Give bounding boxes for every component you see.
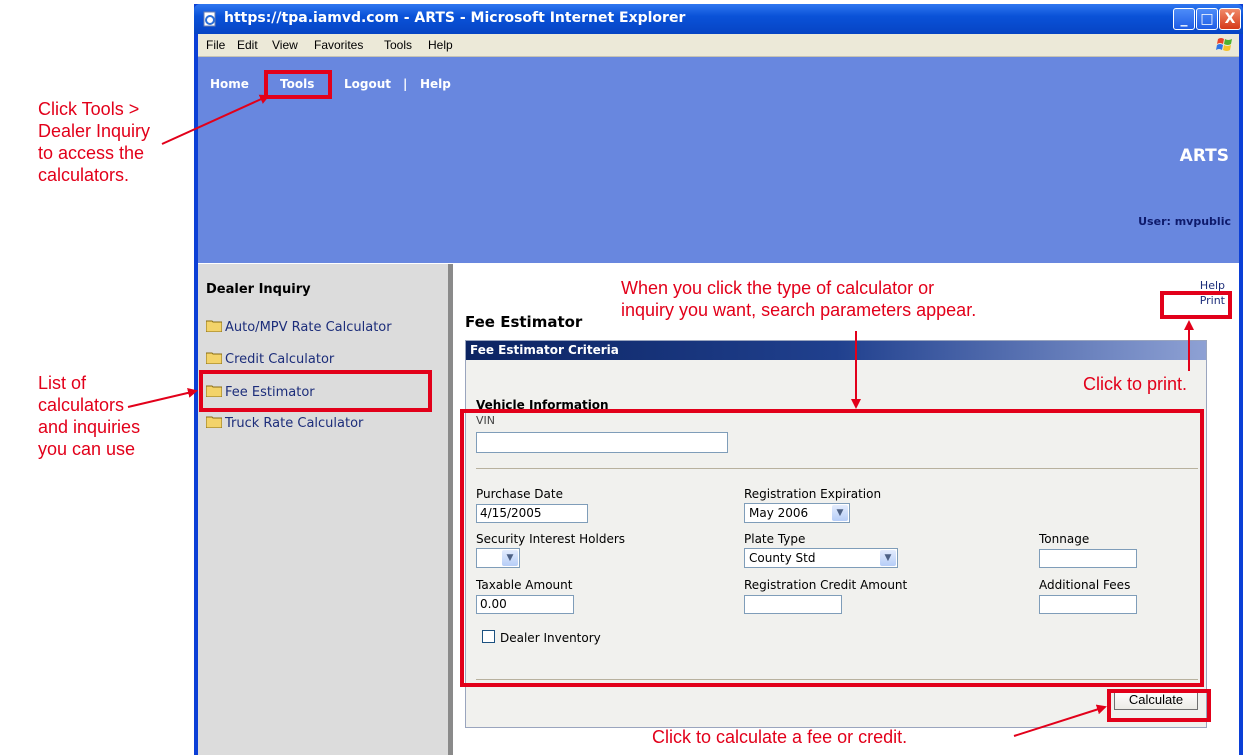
menu-bar: File Edit View Favorites Tools Help [198,34,1239,57]
chevron-down-icon[interactable]: ▼ [832,505,848,521]
site-banner: Home Tools Logout | Help ARTS User: mvpu… [198,57,1239,263]
annotation-print-note: Click to print. [1083,374,1188,394]
annotation-calc-note: Click to calculate a fee or credit. [652,727,908,747]
app-title: ARTS [1179,146,1229,166]
chevron-down-icon[interactable]: ▼ [880,550,896,566]
registration-expiration-label: Registration Expiration [744,487,882,501]
sidebar: Dealer Inquiry Auto/MPV Rate Calculator … [198,264,448,755]
folder-icon [206,385,222,397]
sidebar-item-truck-rate-calculator[interactable]: Truck Rate Calculator [206,416,363,434]
menu-favorites[interactable]: Favorites [314,38,363,52]
chevron-down-icon[interactable]: ▼ [502,550,518,566]
help-link[interactable]: Help [1200,279,1225,292]
taxable-amount-input[interactable]: 0.00 [476,595,574,614]
dealer-inventory-checkbox[interactable] [482,630,495,643]
additional-fees-input[interactable] [1039,595,1137,614]
dealer-inventory-label: Dealer Inventory [500,631,601,645]
annotation-line: Click Tools > [38,99,140,119]
sidebar-title: Dealer Inquiry [206,282,311,297]
section-title: Vehicle Information [476,398,609,412]
tonnage-label: Tonnage [1039,532,1090,546]
divider-line [476,468,1198,469]
nav-logout[interactable]: Logout [344,77,391,91]
vin-input[interactable] [476,432,728,453]
folder-icon [206,320,222,332]
folder-icon [206,352,222,364]
vin-label: VIN [476,414,495,427]
maximize-button[interactable]: □ [1196,8,1218,30]
annotation-line: Dealer Inquiry [38,121,151,141]
annotation-tools-note: Click Tools > Dealer Inquiry to access t… [38,98,150,186]
menu-file[interactable]: File [206,38,225,52]
window-title: https://tpa.iamvd.com - ARTS - Microsoft… [224,10,686,26]
annotation-line: and inquiries [38,417,141,437]
user-label: User: mvpublic [1138,215,1231,228]
tonnage-input[interactable] [1039,549,1137,568]
sidebar-item-credit-calculator[interactable]: Credit Calculator [206,352,334,370]
title-bar: https://tpa.iamvd.com - ARTS - Microsoft… [194,4,1243,34]
annotation-line: List of [38,373,87,393]
annotation-line: you can use [38,439,136,459]
windows-logo-icon [1216,38,1232,51]
main-pane: Help Print Fee Estimator Fee Estimator C… [453,264,1239,755]
select-value: May 2006 [749,506,809,520]
menu-view[interactable]: View [272,38,298,52]
annotation-params-note: When you click the type of calculator or… [621,277,976,321]
nav-home[interactable]: Home [210,77,249,91]
plate-type-label: Plate Type [744,532,806,546]
sidebar-item-label: Fee Estimator [225,385,315,400]
annotation-line: calculators [38,395,125,415]
menu-help[interactable]: Help [428,38,453,52]
plate-type-select[interactable]: County Std ▼ [744,548,898,568]
sidebar-item-label: Auto/MPV Rate Calculator [225,320,392,335]
security-interest-holders-select[interactable]: ▼ [476,548,520,568]
nav-tools[interactable]: Tools [280,77,314,91]
page-content: Home Tools Logout | Help ARTS User: mvpu… [198,57,1239,755]
nav-separator: | [403,77,408,91]
close-button[interactable]: X [1219,8,1241,30]
ie-page-icon [203,11,216,27]
annotation-line: When you click the type of calculator or [621,278,935,298]
select-value: County Std [749,551,816,565]
annotation-list-note: List of calculators and inquiries you ca… [38,372,140,460]
annotation-line: to access the [38,143,145,163]
registration-credit-amount-label: Registration Credit Amount [744,578,908,592]
registration-expiration-select[interactable]: May 2006 ▼ [744,503,850,523]
additional-fees-label: Additional Fees [1039,578,1131,592]
annotation-line: inquiry you want, search parameters appe… [621,300,977,320]
minimize-button[interactable]: _ [1173,8,1195,30]
annotation-line: calculators. [38,165,130,185]
registration-credit-amount-input[interactable] [744,595,842,614]
sidebar-item-label: Truck Rate Calculator [225,416,364,431]
sidebar-item-label: Credit Calculator [225,352,335,367]
print-link[interactable]: Print [1200,294,1225,307]
criteria-panel: Fee Estimator Criteria Vehicle Informati… [465,340,1207,728]
calculate-button[interactable]: Calculate [1114,690,1198,710]
purchase-date-input[interactable]: 4/15/2005 [476,504,588,523]
menu-tools[interactable]: Tools [384,38,412,52]
purchase-date-label: Purchase Date [476,487,563,501]
menu-edit[interactable]: Edit [237,38,258,52]
panel-header: Fee Estimator Criteria [466,341,1206,360]
nav-help[interactable]: Help [420,77,451,91]
security-interest-holders-label: Security Interest Holders [476,532,626,546]
taxable-amount-label: Taxable Amount [476,578,573,592]
divider-line [476,679,1198,680]
sidebar-item-fee-estimator[interactable]: Fee Estimator [206,385,315,403]
sidebar-item-auto-mpv-rate-calculator[interactable]: Auto/MPV Rate Calculator [206,320,392,338]
folder-icon [206,416,222,428]
page-title: Fee Estimator [465,313,583,331]
